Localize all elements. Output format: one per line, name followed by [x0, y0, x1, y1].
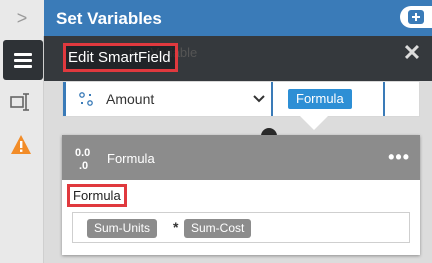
page-title: Set Variables	[56, 9, 162, 28]
formula-token-left[interactable]: Sum-Units	[87, 219, 158, 238]
list-icon	[14, 50, 32, 71]
field-name: Amount	[106, 91, 155, 107]
formula-operator: *	[173, 219, 179, 235]
expand-rail-button[interactable]: >	[0, 0, 44, 36]
add-icon	[408, 10, 424, 24]
number-format-icon: 0.0 .0	[75, 147, 90, 171]
formula-card-header: 0.0 .0 Formula •••	[62, 135, 420, 180]
more-options-icon[interactable]: •••	[388, 147, 410, 168]
formula-expression-field[interactable]: Sum-Units * Sum-Cost	[72, 212, 410, 243]
field-input-icon	[10, 93, 29, 111]
value-type-badge[interactable]: Formula	[288, 89, 352, 109]
close-icon[interactable]: ✕	[402, 42, 422, 64]
chevron-right-icon: >	[16, 7, 28, 28]
warning-icon	[11, 135, 31, 154]
formula-section-label: Formula	[67, 184, 127, 207]
formula-card-title: Formula	[107, 151, 155, 166]
row-divider	[383, 82, 385, 116]
formula-token-right[interactable]: Sum-Cost	[184, 219, 252, 238]
svg-text:.0: .0	[79, 160, 88, 171]
formula-card: 0.0 .0 Formula ••• Formula Sum-Units * S…	[62, 135, 420, 255]
field-select[interactable]: Amount	[63, 82, 273, 116]
variables-tool-button[interactable]	[3, 40, 43, 80]
variable-type-icon	[79, 92, 93, 106]
left-rail: >	[0, 0, 44, 263]
warning-tool-button[interactable]	[10, 134, 32, 156]
page-header: Set Variables	[44, 0, 432, 36]
edit-smartfield-label: Edit SmartField	[63, 43, 178, 72]
field-input-tool-button[interactable]	[10, 92, 32, 112]
popover-caret	[300, 116, 328, 130]
chevron-down-icon	[253, 95, 265, 103]
add-variable-button[interactable]	[400, 6, 432, 28]
variable-row: Amount Formula	[62, 81, 420, 117]
svg-text:0.0: 0.0	[75, 147, 90, 159]
